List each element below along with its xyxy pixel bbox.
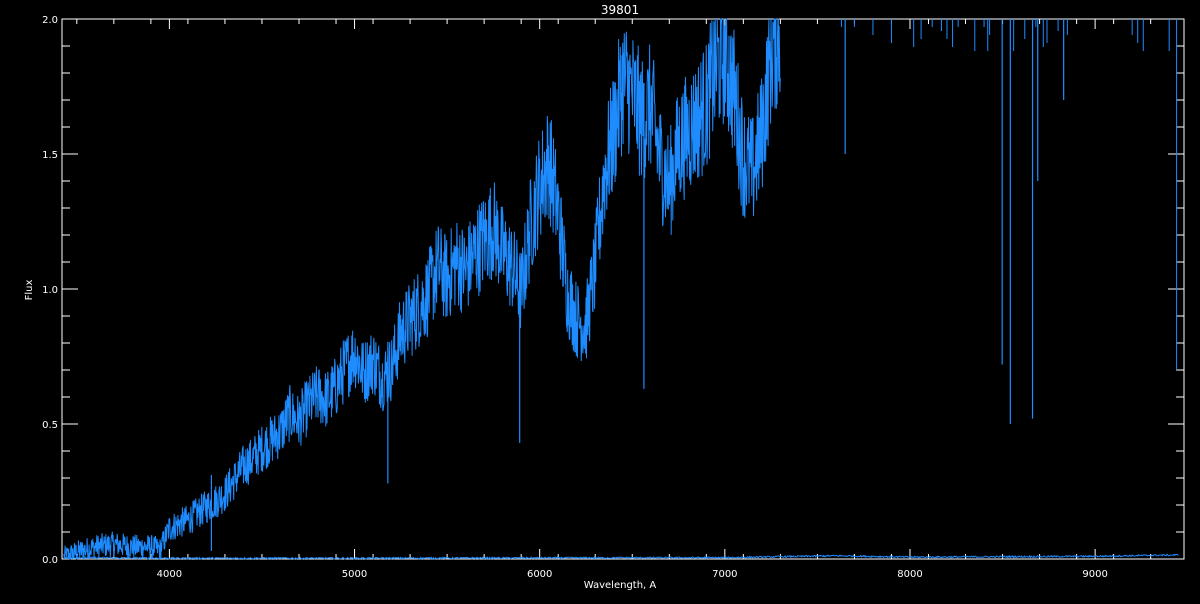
x-tick-label: 6000 bbox=[527, 569, 552, 580]
error-series bbox=[63, 553, 1179, 561]
y-tick-label: 0.5 bbox=[42, 420, 58, 431]
y-tick-label: 0.0 bbox=[42, 555, 58, 566]
y-tick-label: 2.0 bbox=[42, 15, 58, 26]
x-axis-label: Wavelength, A bbox=[584, 580, 657, 591]
series-layer bbox=[63, 18, 1179, 561]
spectrum-chart: 39801 Wavelength, A Flux 4000 5000 6000 700… bbox=[0, 0, 1200, 600]
x-tick-label: 5000 bbox=[342, 569, 367, 580]
x-tick-label: 8000 bbox=[897, 569, 922, 580]
x-tick-label: 7000 bbox=[712, 569, 737, 580]
y-axis-label: Flux bbox=[24, 280, 35, 301]
chart-title: 39801 bbox=[601, 3, 639, 17]
chart-canvas: 39801 Wavelength, A Flux 4000 5000 6000 700… bbox=[24, 3, 1185, 591]
y-tick-label: 1.5 bbox=[42, 150, 58, 161]
spectrum-series bbox=[63, 18, 781, 560]
y-tick-label: 1.0 bbox=[42, 285, 58, 296]
x-tick-label: 4000 bbox=[157, 569, 182, 580]
x-tick-label: 9000 bbox=[1082, 569, 1107, 580]
